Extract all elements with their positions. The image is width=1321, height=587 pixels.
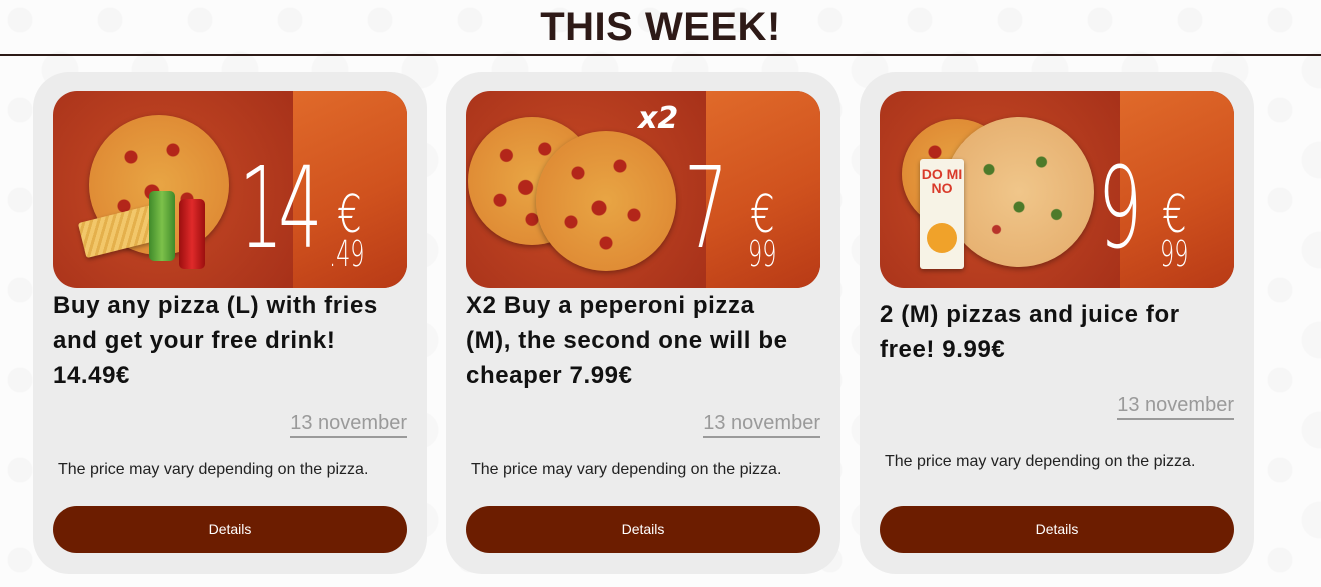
veggie-pizza-illustration — [944, 117, 1094, 267]
price-main: 14 — [239, 144, 322, 274]
juice-box-label: DO MI NO — [921, 166, 963, 196]
offer-title: 2 (M) pizzas and juice for free! 9.99€ — [880, 301, 1180, 363]
price-cents: .49 — [329, 234, 365, 275]
offer-image-2[interactable]: x2 7 € 99 — [466, 91, 820, 288]
price-cents: 99 — [748, 234, 777, 275]
offer-note: The price may vary depending on the pizz… — [471, 461, 782, 478]
offer-note: The price may vary depending on the pizz… — [58, 461, 369, 478]
cola-can-illustration — [179, 199, 205, 269]
offer-title: X2 Buy a peperoni pizza (M), the second … — [466, 292, 788, 389]
offer-image-3[interactable]: DO MI NO 9 € 99 — [880, 91, 1234, 288]
offer-note: The price may vary depending on the pizz… — [885, 453, 1196, 470]
sprite-can-illustration — [149, 191, 175, 261]
price-cents: 99 — [1160, 234, 1189, 275]
offer-card-1: 14 € .49 Buy any pizza (L) with fries an… — [33, 72, 427, 574]
offer-date: 13 november — [703, 412, 820, 438]
details-button[interactable]: Details — [53, 506, 407, 553]
offer-card-2: x2 7 € 99 X2 Buy a peperoni pizza (M), t… — [446, 72, 840, 574]
juice-mascot-icon — [927, 223, 957, 253]
section-title: THIS WEEK! — [540, 5, 781, 49]
offer-date: 13 november — [290, 412, 407, 438]
x2-badge: x2 — [638, 101, 679, 136]
offer-image-1[interactable]: 14 € .49 — [53, 91, 407, 288]
pizza-illustration — [536, 131, 676, 271]
price-main: 7 — [684, 144, 728, 274]
section-header: THIS WEEK! — [0, 0, 1321, 56]
details-button[interactable]: Details — [880, 506, 1234, 553]
price-main: 9 — [1098, 144, 1142, 274]
juice-box-illustration: DO MI NO — [920, 159, 964, 269]
offer-title: Buy any pizza (L) with fries and get you… — [53, 292, 378, 389]
details-button[interactable]: Details — [466, 506, 820, 553]
offer-date: 13 november — [1117, 394, 1234, 420]
offer-card-3: DO MI NO 9 € 99 2 (M) pizzas and juice f… — [860, 72, 1254, 574]
